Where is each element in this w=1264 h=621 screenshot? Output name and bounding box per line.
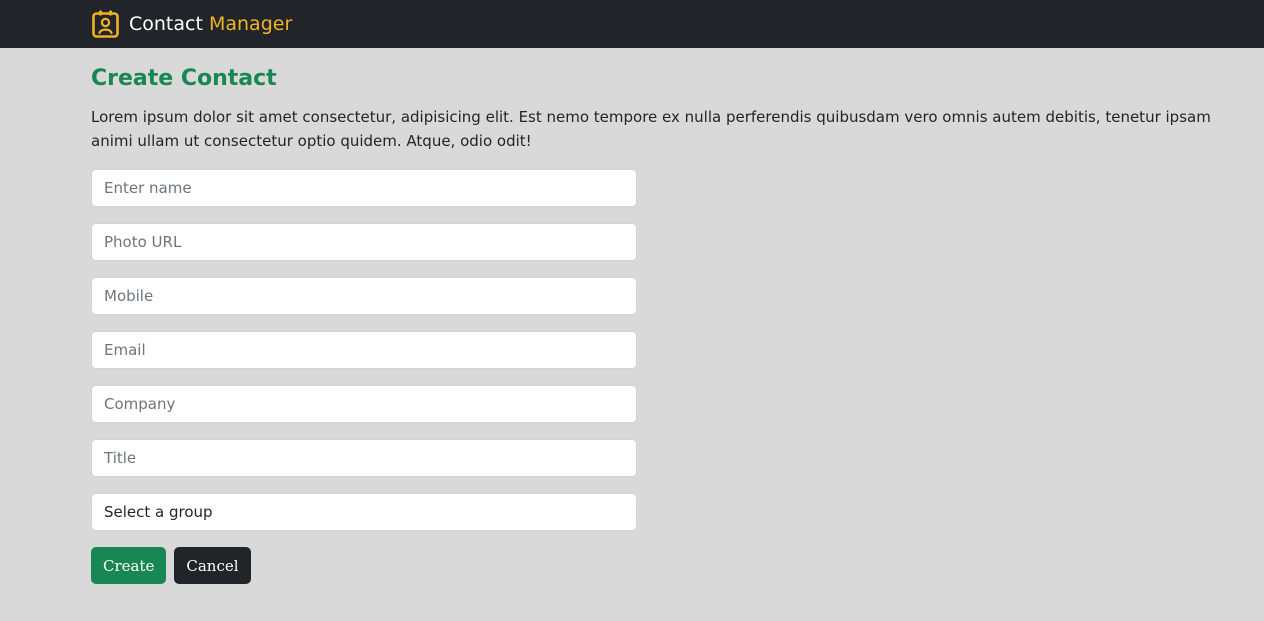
company-input[interactable] <box>91 385 637 423</box>
top-navbar: Contact Manager <box>0 0 1264 48</box>
page-title: Create Contact <box>91 66 277 91</box>
form-actions: Create Cancel <box>91 547 637 584</box>
title-input[interactable] <box>91 439 637 477</box>
group-select[interactable]: Select a group <box>91 493 637 531</box>
cancel-button[interactable]: Cancel <box>174 547 251 584</box>
contact-book-icon <box>92 10 119 38</box>
photo-url-input[interactable] <box>91 223 637 261</box>
brand-link[interactable]: Contact Manager <box>92 10 292 38</box>
brand-word-manager: Manager <box>208 12 293 35</box>
create-button[interactable]: Create <box>91 547 167 584</box>
email-input[interactable] <box>91 331 637 369</box>
brand-word-contact: Contact <box>129 12 203 35</box>
create-contact-form: Select a group Create Cancel <box>91 169 637 584</box>
mobile-input[interactable] <box>91 277 637 315</box>
intro-paragraph: Lorem ipsum dolor sit amet consectetur, … <box>91 108 1211 150</box>
main-content: Create Contact Lorem ipsum dolor sit ame… <box>0 66 1264 584</box>
name-input[interactable] <box>91 169 637 207</box>
brand-name: Contact Manager <box>129 12 293 35</box>
